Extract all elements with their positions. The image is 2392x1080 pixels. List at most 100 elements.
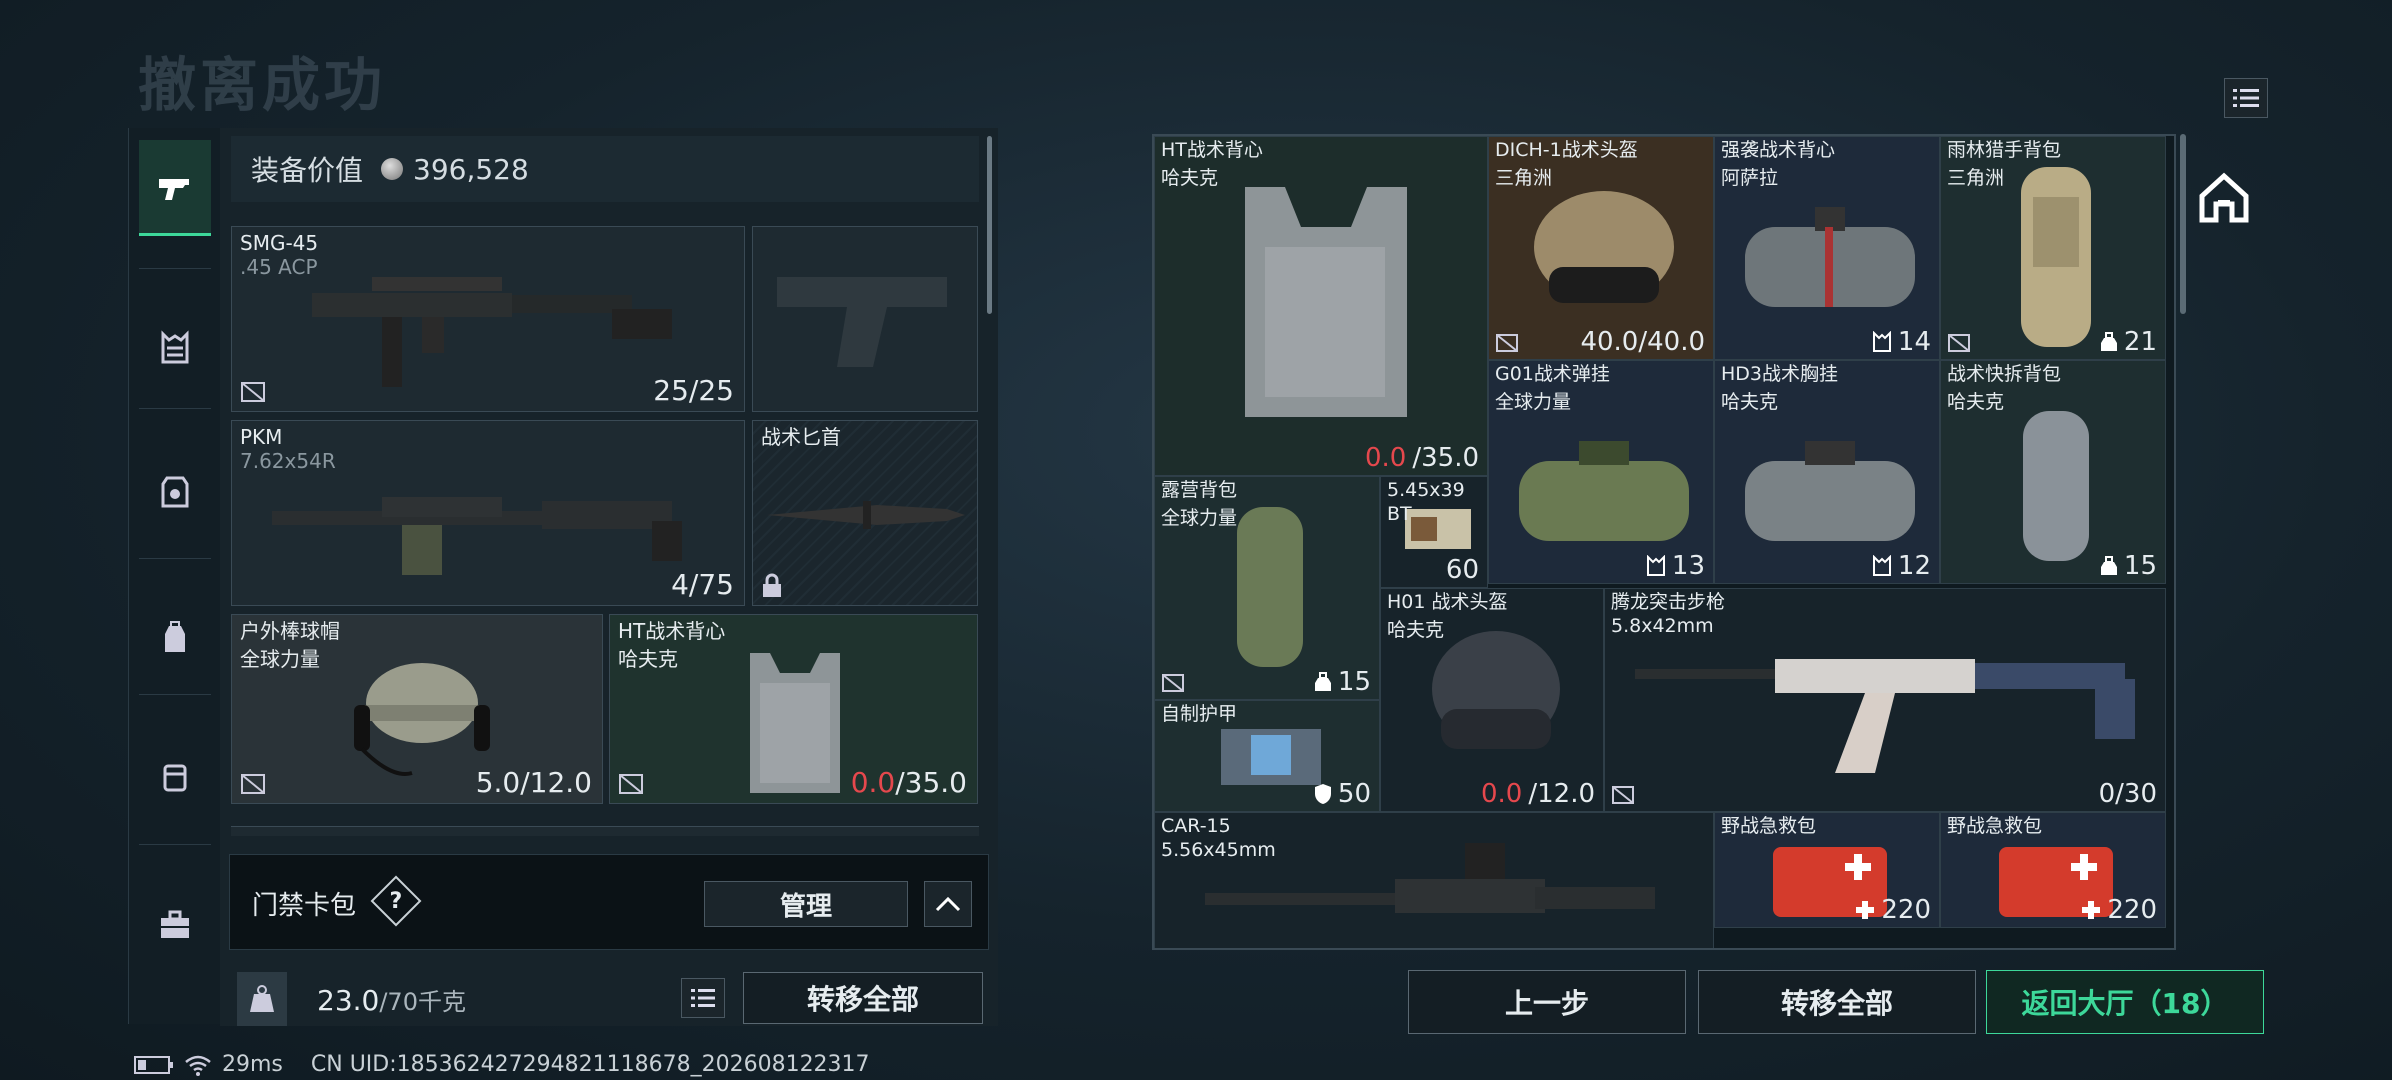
- equipment-value: 装备价值 396,528: [231, 136, 979, 202]
- loot-item[interactable]: 腾龙突击步枪 5.8x42mm 0/30: [1604, 588, 2166, 812]
- durability-current: 0.0: [1364, 443, 1407, 473]
- vest-image: [1245, 187, 1407, 417]
- bag-image: [1745, 441, 1915, 541]
- weight-max: /70千克: [379, 988, 466, 1016]
- manage-button[interactable]: 管理: [704, 881, 908, 927]
- shield-icon: [1314, 784, 1331, 804]
- prev-step-button[interactable]: 上一步: [1408, 970, 1686, 1034]
- uid: CN UID:18536242729482111867​8_2026081223…: [310, 1052, 870, 1077]
- item-name: HT战术背心: [1161, 139, 1263, 161]
- loot-item[interactable]: CAR-15 5.56x45mm: [1154, 812, 1714, 948]
- status-bar: 29ms CN UID:18536242729482111867​8_20260…: [134, 1052, 870, 1077]
- weapon-caliber: 7.62x54R: [240, 449, 336, 473]
- item-name: 露营背包: [1161, 479, 1238, 501]
- transfer-all-button[interactable]: 转移全部: [1698, 970, 1976, 1034]
- item-count-value: 220: [2107, 895, 2157, 925]
- item-name: DICH-1战术头盔: [1495, 139, 1638, 161]
- loot-item[interactable]: 战术快拆背包 哈夫克 15: [1940, 360, 2166, 584]
- item-count: 14: [1872, 327, 1931, 357]
- slot-primary-weapon[interactable]: SMG-45 .45 ACP 25/25: [231, 226, 745, 412]
- slot-helmet[interactable]: 户外棒球帽 全球力量 5.0/12.0: [231, 614, 603, 804]
- loot-item[interactable]: H01 战术头盔 哈夫克 0.0/12.0: [1380, 588, 1604, 812]
- battery-icon: [134, 1055, 173, 1074]
- page-title: 撤离成功: [138, 51, 387, 119]
- item-caliber: 5.56x45mm: [1161, 839, 1276, 861]
- coin-icon: [381, 158, 404, 180]
- weight-value: 23.0/70千克: [317, 982, 466, 1017]
- loot-item[interactable]: DICH-1战术头盔 三角洲 40.0/40.0: [1488, 136, 1714, 360]
- help-button[interactable]: ?: [370, 875, 422, 927]
- loot-item[interactable]: 自制护甲 50: [1154, 700, 1380, 812]
- no-insurance-icon: [1496, 334, 1518, 352]
- loot-item[interactable]: 露营背包 全球力量 15: [1154, 476, 1380, 700]
- loadout-scrollbar[interactable]: [987, 136, 992, 314]
- item-count: 60: [1445, 555, 1479, 585]
- no-insurance-icon: [1612, 786, 1634, 804]
- list-menu-button[interactable]: [2224, 78, 2268, 118]
- durability: 5.0/12.0: [475, 766, 592, 799]
- item-brand: 哈夫克: [1161, 167, 1219, 189]
- item-brand: 三角洲: [1495, 167, 1553, 189]
- slot-secondary-weapon[interactable]: PKM 7.62x54R 4/75: [231, 420, 745, 606]
- vest-image: [750, 653, 840, 793]
- item-name: G01战术弹挂: [1495, 363, 1610, 385]
- slot-armor[interactable]: HT战术背心 哈夫克 0.0/35.0: [609, 614, 978, 804]
- nav-chest-rig[interactable]: [139, 312, 211, 384]
- item-count: 15: [2100, 551, 2157, 581]
- return-lobby-button[interactable]: 返回大厅（18）: [1986, 970, 2264, 1034]
- item-count: 12: [1872, 551, 1931, 581]
- item-count-value: 220: [1881, 895, 1931, 925]
- item-count-value: 13: [1671, 551, 1705, 581]
- item-name: HD3战术胸挂: [1721, 363, 1839, 385]
- item-count: 220: [2081, 895, 2157, 925]
- durability: 0.0/35.0: [851, 766, 967, 799]
- item-name: 野战急救包: [1721, 815, 1817, 837]
- nav-weapons[interactable]: [139, 140, 211, 236]
- armor-brand: 哈夫克: [618, 647, 678, 671]
- item-count: 0.0/12.0: [1481, 779, 1595, 809]
- loot-item[interactable]: 5.45x39 BT 60: [1380, 476, 1488, 588]
- item-brand: 阿萨拉: [1721, 167, 1779, 189]
- pistol-icon: [159, 178, 189, 200]
- item-name: CAR-15: [1161, 815, 1231, 837]
- item-brand: 哈夫克: [1721, 391, 1779, 413]
- weight-icon: [237, 972, 287, 1026]
- item-name: 战术快拆背包: [1947, 363, 2062, 385]
- slot-melee[interactable]: 战术匕首: [752, 420, 978, 606]
- sort-list-button[interactable]: [681, 978, 725, 1018]
- keycard-label: 门禁卡包: [252, 891, 357, 921]
- chest-rig-icon: [1872, 555, 1891, 576]
- loot-scrollbar[interactable]: [2180, 134, 2186, 314]
- item-count: 15: [1314, 667, 1371, 697]
- loot-item[interactable]: G01战术弹挂 全球力量 13: [1488, 360, 1714, 584]
- loot-item[interactable]: HT战术背心 哈夫克 0.0/35.0: [1154, 136, 1488, 476]
- item-count-value: 12: [1897, 551, 1931, 581]
- list-icon: [2233, 89, 2259, 107]
- weapon-name: PKM: [240, 425, 283, 449]
- loot-item[interactable]: 野战急救包 220: [1940, 812, 2166, 928]
- weight-current: 23.0: [317, 984, 380, 1017]
- loot-item[interactable]: 强袭战术背心 阿萨拉 14: [1714, 136, 1940, 360]
- collapse-button[interactable]: [924, 881, 972, 927]
- nav-case[interactable]: [139, 890, 211, 962]
- loot-item[interactable]: 雨林猎手背包 三角洲 21: [1940, 136, 2166, 360]
- item-name: 野战急救包: [1947, 815, 2043, 837]
- chest-rig-icon: [161, 330, 189, 364]
- loot-item[interactable]: HD3战术胸挂 哈夫克 12: [1714, 360, 1940, 584]
- container-home-icon[interactable]: [2196, 170, 2252, 226]
- slot-pistol[interactable]: [752, 226, 978, 412]
- item-name: 腾龙突击步枪: [1611, 591, 1726, 613]
- item-caliber: 5.8x42mm: [1611, 615, 1714, 637]
- bag-image: [1745, 207, 1915, 307]
- item-count-value: 21: [2123, 327, 2157, 357]
- nav-backpack[interactable]: [139, 602, 211, 674]
- loot-item[interactable]: 野战急救包 220: [1714, 812, 1940, 928]
- transfer-all-left-button[interactable]: 转移全部: [743, 972, 983, 1024]
- no-insurance-icon: [241, 382, 265, 402]
- nav-pouch[interactable]: [139, 740, 211, 812]
- durability-current: 0.0: [1480, 779, 1523, 809]
- chest-rig-icon: [1872, 331, 1891, 352]
- helmet-brand: 全球力量: [240, 647, 320, 671]
- nav-armor[interactable]: [139, 456, 211, 528]
- item-brand: 全球力量: [1495, 391, 1572, 413]
